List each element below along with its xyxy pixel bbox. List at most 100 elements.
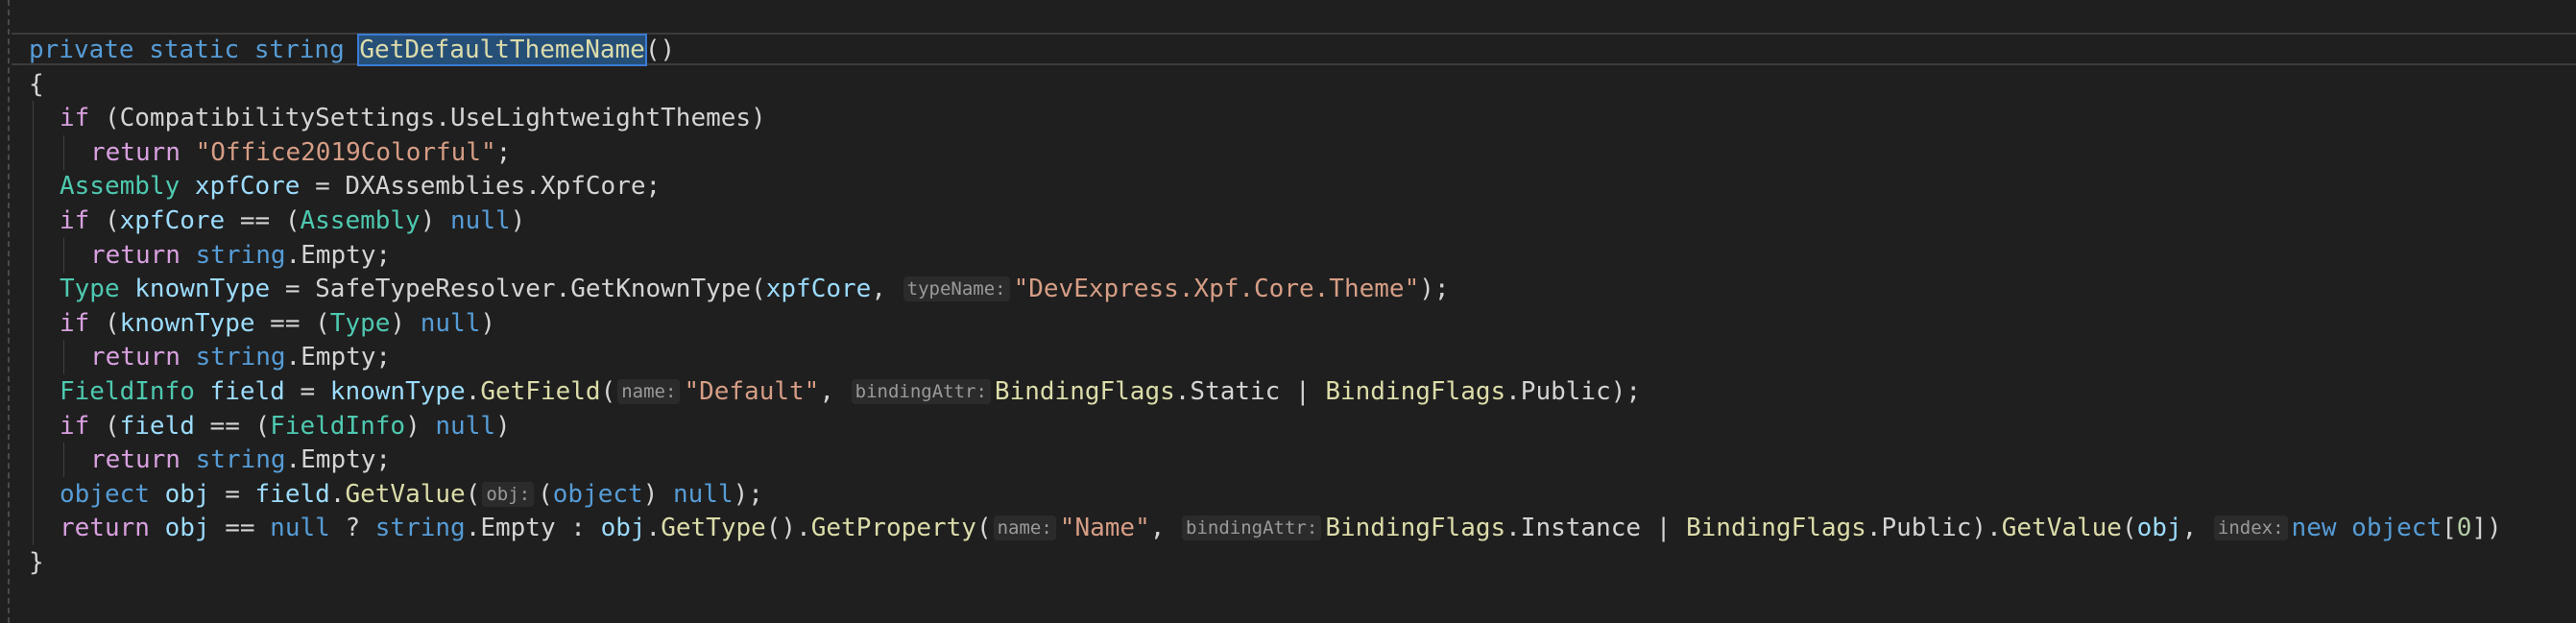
code-text[interactable] [181, 241, 196, 270]
code-line[interactable]: return string.Empty; [33, 340, 392, 375]
code-text[interactable]: ); [734, 480, 763, 509]
code-text[interactable] [150, 514, 165, 542]
code-text[interactable]: ( [89, 309, 120, 338]
keyword-token[interactable]: static [149, 36, 239, 64]
code-line[interactable]: return obj == null ? string.Empty : obj.… [33, 511, 2502, 546]
keyword-token[interactable]: object [60, 480, 150, 509]
code-text[interactable]: , [819, 377, 849, 406]
method-token[interactable]: GetValue [345, 480, 465, 509]
code-text[interactable]: .Empty; [286, 343, 392, 371]
code-text[interactable]: ) [511, 206, 526, 235]
code-line[interactable]: if (field == (FieldInfo) null) [33, 408, 511, 443]
code-text[interactable]: { [29, 70, 44, 99]
method-token[interactable]: BindingFlags [1325, 514, 1505, 542]
keyword-token[interactable]: string [375, 514, 466, 542]
type-token[interactable]: Assembly [60, 172, 180, 201]
code-text[interactable]: .Empty; [286, 241, 392, 270]
method-token[interactable]: BindingFlags [1686, 514, 1866, 542]
code-text[interactable] [195, 377, 210, 406]
code-text[interactable]: ) [390, 309, 420, 338]
keyword-token[interactable]: string [196, 241, 286, 270]
code-text[interactable]: ? [330, 514, 375, 542]
control-keyword-token[interactable]: if [60, 309, 89, 338]
code-text[interactable] [239, 36, 254, 64]
code-text[interactable]: () [645, 36, 675, 64]
keyword-token[interactable]: null [673, 480, 734, 509]
code-text[interactable]: ]) [2471, 514, 2501, 542]
control-keyword-token[interactable]: if [60, 104, 89, 132]
code-text[interactable] [120, 275, 135, 303]
keyword-token[interactable]: null [421, 309, 481, 338]
code-text[interactable]: ; [496, 138, 512, 167]
code-line[interactable]: private static string GetDefaultThemeNam… [29, 33, 675, 67]
code-line[interactable]: object obj = field.GetValue(obj: (object)… [33, 476, 763, 512]
control-keyword-token[interactable]: return [90, 241, 181, 270]
method-token[interactable]: BindingFlags [1325, 377, 1505, 406]
identifier-token[interactable]: xpfCore [766, 275, 872, 303]
control-keyword-token[interactable]: return [90, 138, 181, 167]
code-text[interactable]: ( [466, 480, 481, 509]
code-text[interactable] [181, 343, 196, 371]
code-text[interactable]: ) [643, 480, 673, 509]
code-text[interactable]: , [2182, 514, 2212, 542]
code-text[interactable] [150, 480, 165, 509]
code-text[interactable]: ) [405, 412, 435, 441]
code-line[interactable]: return "Office2019Colorful"; [33, 134, 512, 170]
code-text[interactable]: ) [421, 206, 450, 235]
code-line[interactable]: return string.Empty; [33, 237, 392, 273]
identifier-token[interactable]: field [210, 377, 285, 406]
code-text[interactable]: .Empty; [286, 445, 392, 474]
keyword-token[interactable]: new [2292, 514, 2337, 542]
type-token[interactable]: Type [330, 309, 391, 338]
control-keyword-token[interactable]: if [60, 206, 89, 235]
method-token[interactable]: BindingFlags [995, 377, 1175, 406]
code-line[interactable]: return string.Empty; [33, 443, 392, 478]
keyword-token[interactable]: null [435, 412, 495, 441]
code-line[interactable]: Assembly xpfCore = DXAssemblies.XpfCore; [33, 169, 661, 204]
code-text[interactable]: ) [480, 309, 495, 338]
code-text[interactable]: ); [1419, 275, 1449, 303]
string-literal[interactable]: "Office2019Colorful" [196, 138, 496, 167]
code-text[interactable] [181, 445, 196, 474]
identifier-token[interactable]: knownType [134, 275, 270, 303]
identifier-token[interactable]: obj [601, 514, 646, 542]
code-line[interactable]: { [29, 67, 44, 102]
code-text[interactable]: = DXAssemblies.XpfCore; [300, 172, 661, 201]
code-text[interactable]: } [29, 548, 44, 577]
code-text[interactable] [2337, 514, 2352, 542]
method-token[interactable]: GetField [480, 377, 600, 406]
keyword-token[interactable]: private [29, 36, 134, 64]
string-literal[interactable]: "DevExpress.Xpf.Core.Theme" [1014, 275, 1420, 303]
control-keyword-token[interactable]: return [90, 343, 181, 371]
identifier-token[interactable]: obj [2137, 514, 2182, 542]
code-text[interactable]: ( [89, 206, 120, 235]
code-text[interactable]: == ( [255, 309, 330, 338]
identifier-token[interactable]: obj [165, 480, 210, 509]
code-text[interactable]: .Public). [1866, 514, 2002, 542]
code-text[interactable]: . [646, 514, 662, 542]
keyword-token[interactable]: null [450, 206, 511, 235]
string-literal[interactable]: "Name" [1060, 514, 1150, 542]
string-literal[interactable]: "Default" [684, 377, 819, 406]
code-line[interactable]: if (xpfCore == (Assembly) null) [33, 204, 526, 238]
method-token[interactable]: GetType [661, 514, 766, 542]
identifier-token[interactable]: xpfCore [120, 206, 226, 235]
code-text[interactable]: = [285, 377, 330, 406]
keyword-token[interactable]: string [196, 445, 286, 474]
type-token[interactable]: FieldInfo [270, 412, 405, 441]
code-text[interactable]: .Public); [1505, 377, 1641, 406]
code-text[interactable]: ) [495, 412, 511, 441]
number-literal[interactable]: 0 [2457, 514, 2472, 542]
code-text[interactable]: , [1150, 514, 1180, 542]
highlighted-symbol[interactable]: GetDefaultThemeName [357, 34, 647, 66]
type-token[interactable]: Type [60, 275, 120, 303]
code-editor[interactable]: private static string GetDefaultThemeNam… [0, 0, 2576, 623]
identifier-token[interactable]: field [120, 412, 195, 441]
code-text[interactable]: .Empty : [466, 514, 601, 542]
code-text[interactable]: . [466, 377, 481, 406]
type-token[interactable]: Assembly [300, 206, 420, 235]
code-text[interactable]: . [330, 480, 346, 509]
code-text[interactable]: .Static | [1175, 377, 1326, 406]
code-text[interactable] [180, 172, 195, 201]
keyword-token[interactable]: string [254, 36, 345, 64]
